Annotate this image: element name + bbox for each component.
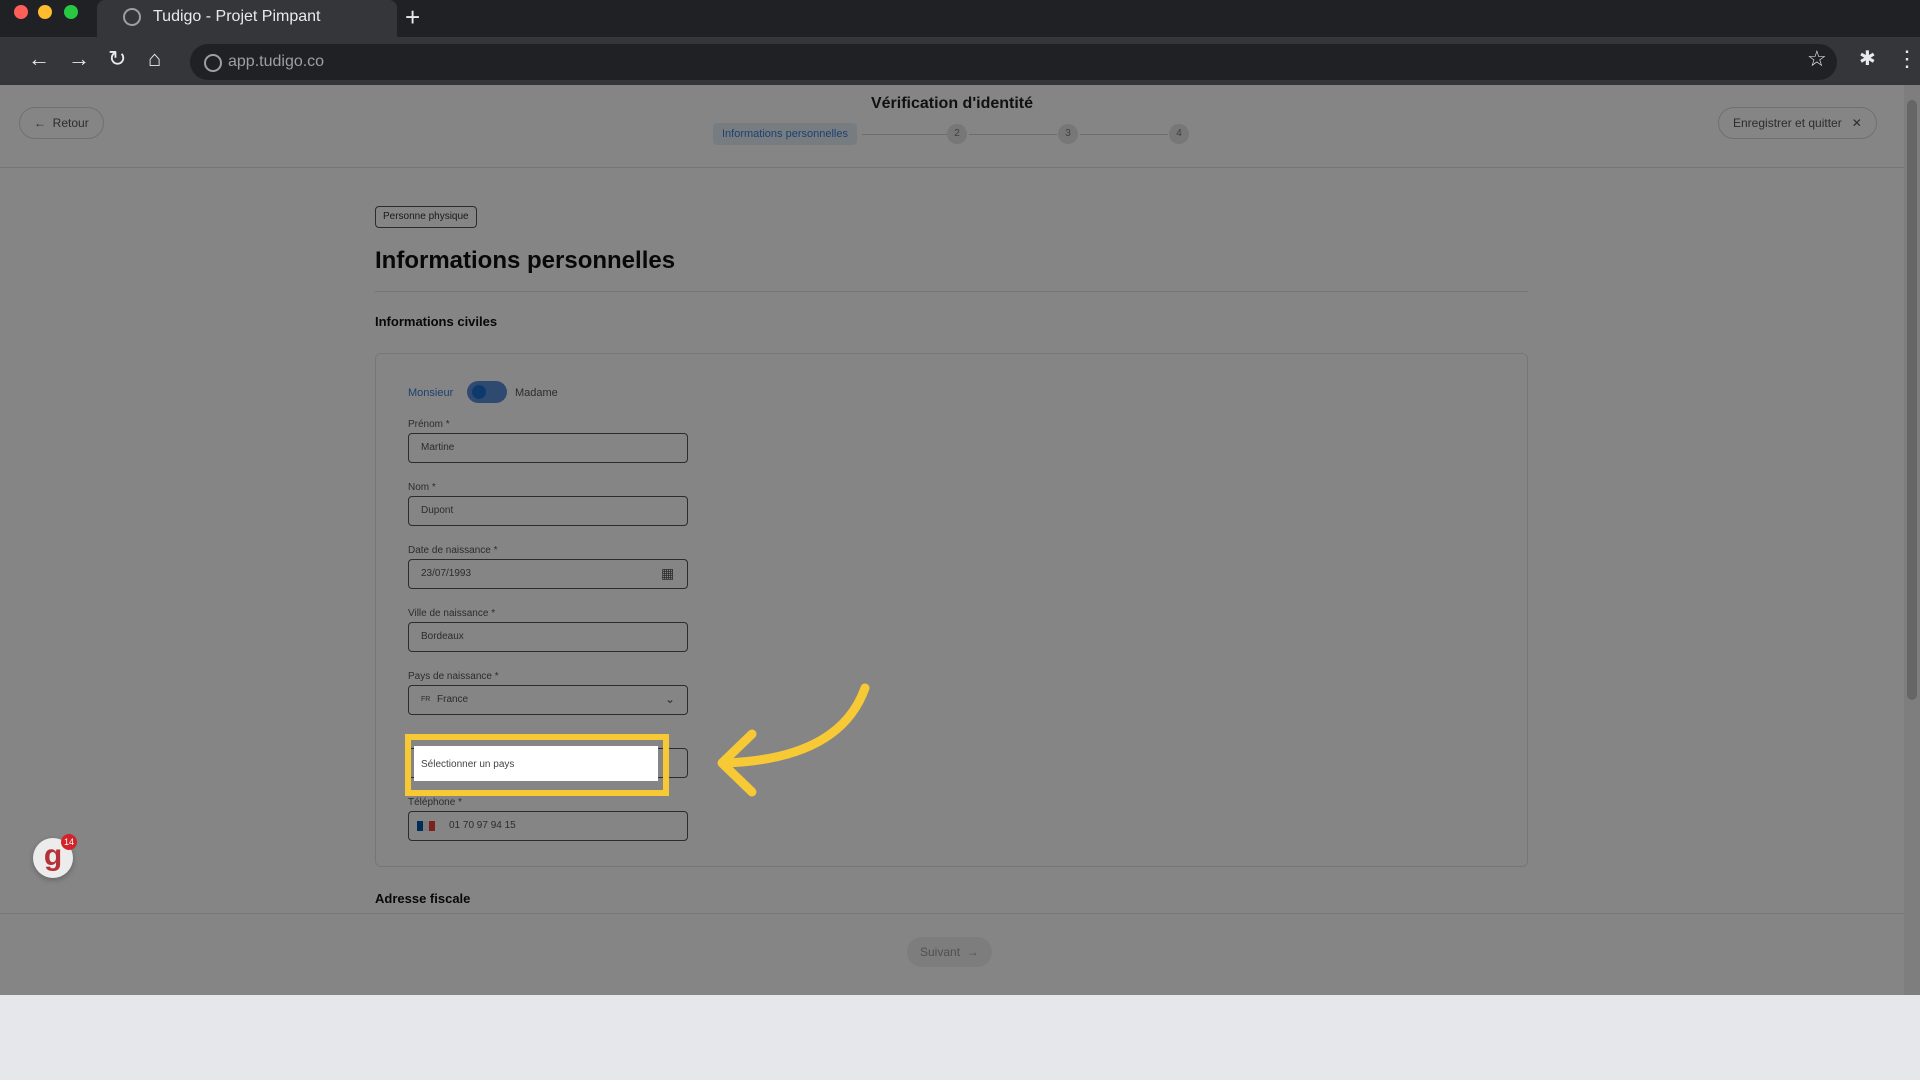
home-icon[interactable]: ⌂: [148, 47, 161, 71]
new-tab-icon[interactable]: +: [405, 2, 420, 32]
close-window-button[interactable]: [14, 5, 28, 19]
maximize-window-button[interactable]: [64, 5, 78, 19]
browser-menu-icon[interactable]: ⋮: [1896, 47, 1918, 71]
highlight-box: [405, 734, 669, 796]
url-text: app.tudigo.co: [228, 53, 325, 70]
extensions-icon[interactable]: ✱: [1859, 47, 1876, 71]
browser-toolbar: ← → ↻ ⌂ app.tudigo.co ☆ ✱ ⋮: [0, 37, 1920, 85]
bookmark-star-icon[interactable]: ☆: [1807, 47, 1827, 71]
minimize-window-button[interactable]: [38, 5, 52, 19]
dim-overlay: [0, 85, 1920, 995]
browser-titlebar: Tudigo - Projet Pimpant +: [0, 0, 1920, 37]
notification-badge: 14: [61, 834, 77, 850]
forward-arrow-icon[interactable]: →: [68, 47, 90, 71]
back-arrow-icon[interactable]: ←: [28, 47, 50, 71]
reload-icon[interactable]: ↻: [108, 47, 126, 71]
pointer-arrow-icon: [717, 683, 870, 797]
tab-title: Tudigo - Projet Pimpant: [153, 8, 321, 25]
site-info-icon[interactable]: [204, 54, 222, 72]
address-bar[interactable]: app.tudigo.co: [190, 44, 1837, 80]
globe-icon: [123, 8, 141, 26]
browser-tab[interactable]: Tudigo - Projet Pimpant: [97, 0, 397, 37]
